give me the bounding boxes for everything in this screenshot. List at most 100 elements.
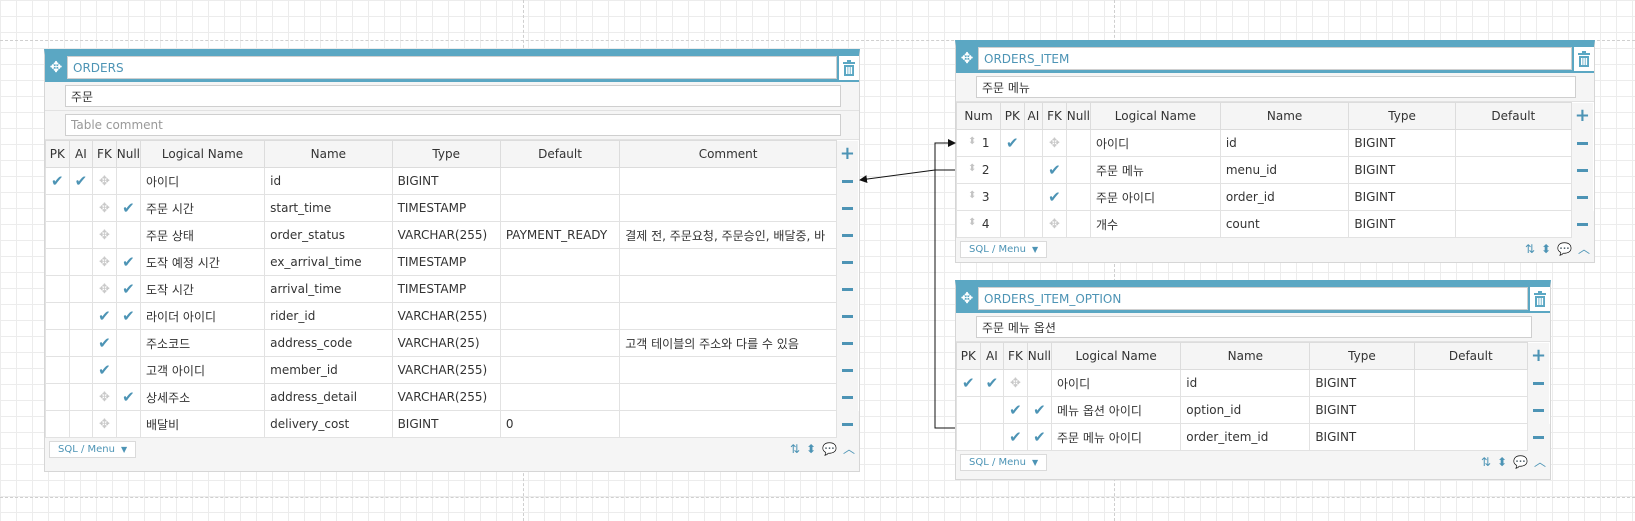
remove-column-button[interactable] [1527,396,1550,424]
fk-cell[interactable]: ✥ [1042,210,1067,238]
default-cell[interactable] [1454,210,1572,238]
row-sort-icon[interactable]: ⬍ [968,163,976,174]
name-cell[interactable]: order_item_id [1180,423,1311,451]
sort-az-icon[interactable]: ⇅ [1525,243,1535,255]
pk-cell[interactable] [45,302,70,330]
sort-icon[interactable]: ⬍ [1497,456,1507,468]
row-number-cell[interactable]: ⬍ 2 [956,156,1001,184]
null-cell[interactable]: ✔ [115,383,141,411]
name-cell[interactable]: address_detail [264,383,393,411]
table-row[interactable]: ✔ 주소코드 address_code VARCHAR(25) 고객 테이블의 주소와 … [45,329,859,357]
ai-cell[interactable] [1023,156,1044,184]
fk-cell[interactable]: ✥ [1003,369,1028,397]
minus-icon[interactable] [841,261,853,264]
null-cell[interactable]: ✔ [115,302,141,330]
logical-name-cell[interactable]: 주문 메뉴 아이디 [1050,423,1182,451]
trash-icon[interactable] [1574,46,1594,71]
logical-name-cell[interactable]: 주문 상태 [139,221,266,249]
default-cell[interactable] [499,275,621,303]
default-cell[interactable] [499,329,621,357]
move-icon[interactable]: ✥ [45,60,67,75]
pk-cell[interactable] [45,275,70,303]
minus-icon[interactable] [841,315,853,318]
row-number-cell[interactable]: ⬍ 4 [956,210,1001,238]
null-cell[interactable]: ✔ [115,275,141,303]
drag-handle-icon[interactable]: ✥ [1010,376,1021,391]
null-cell[interactable] [1065,156,1092,184]
pk-cell[interactable]: ✔ [45,167,70,195]
logical-name-cell[interactable]: 메뉴 옵션 아이디 [1050,396,1182,424]
minus-icon[interactable] [1576,142,1588,145]
row-sort-icon[interactable]: ⬍ [968,217,976,228]
fk-cell[interactable]: ✔ [1042,156,1067,184]
logical-name-cell[interactable]: 라이더 아이디 [139,302,266,330]
type-cell[interactable]: BIGINT [1309,369,1415,397]
drag-handle-icon[interactable]: ✥ [1049,136,1060,151]
ai-cell[interactable] [68,329,94,357]
fk-cell[interactable]: ✥ [92,221,117,249]
add-column-button[interactable]: + [1527,342,1550,370]
table-row[interactable]: ✔ 고객 아이디 member_id VARCHAR(255) [45,356,859,384]
null-cell[interactable] [115,329,141,357]
drag-handle-icon[interactable]: ✥ [99,228,110,243]
default-cell[interactable] [1454,156,1572,184]
type-cell[interactable]: TIMESTAMP [391,248,501,276]
comment-cell[interactable] [619,356,837,384]
fk-cell[interactable]: ✥ [92,167,117,195]
ai-cell[interactable] [68,248,94,276]
default-cell[interactable] [1413,423,1528,451]
table-row[interactable]: ⬍ 4 ✥ 개수 count BIGINT [956,210,1594,238]
type-cell[interactable]: VARCHAR(25) [391,329,501,357]
type-cell[interactable]: BIGINT [391,167,501,195]
name-cell[interactable]: start_time [264,194,393,222]
null-cell[interactable] [115,410,141,438]
table-comment-placeholder-input[interactable] [65,114,841,136]
logical-name-cell[interactable]: 주문 메뉴 [1090,156,1221,184]
ai-cell[interactable] [68,302,94,330]
comment-cell[interactable] [619,275,837,303]
pk-cell[interactable] [1000,156,1025,184]
pk-cell[interactable] [45,194,70,222]
add-column-button[interactable]: + [836,140,859,168]
pk-cell[interactable] [45,383,70,411]
null-cell[interactable] [115,356,141,384]
table-comment-input[interactable] [65,85,841,107]
table-row[interactable]: ✥ ✔ 상세주소 address_detail VARCHAR(255) [45,383,859,411]
default-cell[interactable] [1454,183,1572,211]
remove-column-button[interactable] [1571,210,1594,238]
fk-cell[interactable]: ✔ [92,302,117,330]
remove-column-button[interactable] [836,167,859,195]
comment-cell[interactable] [619,302,837,330]
null-cell[interactable] [115,167,141,195]
fk-cell[interactable]: ✥ [1042,129,1067,157]
minus-icon[interactable] [841,396,853,399]
table-row[interactable]: ✔ ✔ ✥ 아이디 id BIGINT [45,167,859,195]
remove-column-button[interactable] [1571,129,1594,157]
type-cell[interactable]: TIMESTAMP [391,194,501,222]
name-cell[interactable]: order_status [264,221,393,249]
minus-icon[interactable] [841,342,853,345]
default-cell[interactable] [1413,396,1528,424]
null-cell[interactable] [115,221,141,249]
row-sort-icon[interactable]: ⬍ [968,136,976,147]
ai-cell[interactable] [68,383,94,411]
remove-column-button[interactable] [1527,369,1550,397]
ai-cell[interactable]: ✔ [979,369,1005,397]
remove-column-button[interactable] [836,383,859,411]
remove-column-button[interactable] [836,329,859,357]
minus-icon[interactable] [1576,196,1588,199]
table-row[interactable]: ✥ 주문 상태 order_status VARCHAR(255) PAYMENT_RE… [45,221,859,249]
null-cell[interactable]: ✔ [1026,423,1052,451]
remove-column-button[interactable] [836,194,859,222]
ai-cell[interactable]: ✔ [68,167,94,195]
name-cell[interactable]: id [1219,129,1350,157]
trash-icon[interactable] [1530,286,1550,311]
name-cell[interactable]: arrival_time [264,275,393,303]
type-cell[interactable]: BIGINT [1348,210,1456,238]
comment-cell[interactable] [619,248,837,276]
row-number-cell[interactable]: ⬍ 3 [956,183,1001,211]
null-cell[interactable]: ✔ [1026,396,1052,424]
comment-cell[interactable]: 결제 전, 주문요청, 주문승인, 배달중, 바 [619,221,837,249]
comment-icon[interactable]: 💬 [822,443,837,455]
minus-icon[interactable] [841,180,853,183]
